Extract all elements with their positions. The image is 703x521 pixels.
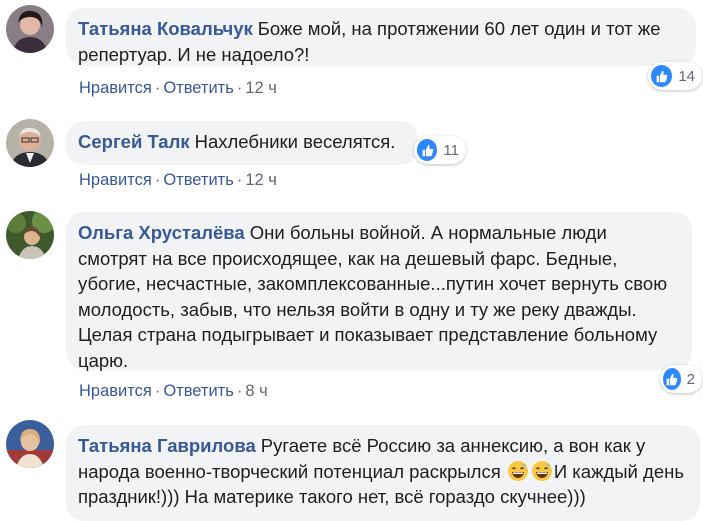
comment-author[interactable]: Татьяна Ковальчук [78, 18, 253, 39]
reaction-count-value: 2 [686, 370, 695, 388]
separator: · [154, 79, 161, 97]
reaction-count-value: 11 [443, 141, 459, 159]
avatar[interactable] [6, 5, 54, 53]
comment-author[interactable]: Татьяна Гаврилова [78, 435, 256, 456]
avatar[interactable] [6, 119, 54, 167]
like-link[interactable]: Нравится [79, 382, 152, 400]
comment-bubble: Татьяна Гаврилова Ругаете всё Россию за а… [66, 425, 700, 521]
timestamp[interactable]: 8 ч [245, 382, 267, 400]
comment-actions: Нравится · Ответить · 8 ч [79, 381, 268, 401]
separator: · [154, 171, 161, 189]
like-icon [663, 368, 681, 390]
reply-link[interactable]: Ответить [163, 171, 234, 189]
grinning-sweat-emoji [531, 460, 553, 482]
comment-bubble: Сергей Талк Нахлебники веселятся. [66, 121, 418, 165]
separator: · [236, 382, 243, 400]
separator: · [236, 171, 243, 189]
comment-text: Нахлебники веселятся. [194, 131, 396, 152]
reaction-count-value: 14 [678, 67, 695, 85]
like-link[interactable]: Нравится [79, 79, 152, 97]
reaction-count[interactable]: 14 [648, 62, 702, 90]
like-link[interactable]: Нравится [79, 171, 152, 189]
reaction-count[interactable]: 2 [660, 365, 702, 393]
comment-actions: Нравится · Ответить · 12 ч [79, 170, 277, 190]
avatar[interactable] [6, 211, 54, 259]
like-icon [417, 139, 438, 161]
grinning-sweat-emoji [507, 460, 529, 482]
separator: · [236, 79, 243, 97]
timestamp[interactable]: 12 ч [245, 79, 277, 97]
comment-author[interactable]: Ольга Хрусталёва [78, 222, 245, 243]
like-icon [651, 65, 673, 87]
reply-link[interactable]: Ответить [163, 382, 234, 400]
reply-link[interactable]: Ответить [163, 79, 234, 97]
avatar[interactable] [6, 420, 54, 468]
comment-bubble: Татьяна Ковальчук Боже мой, на протяжении… [66, 8, 696, 66]
comment-bubble: Ольга Хрусталёва Они больны войной. А нор… [66, 212, 692, 371]
timestamp[interactable]: 12 ч [245, 171, 277, 189]
comment-text: Они больны войной. А нормальные люди смо… [78, 222, 668, 371]
reaction-count[interactable]: 11 [414, 136, 466, 164]
separator: · [154, 382, 161, 400]
comment-actions: Нравится · Ответить · 12 ч [79, 78, 277, 98]
comment-author[interactable]: Сергей Талк [78, 131, 190, 152]
